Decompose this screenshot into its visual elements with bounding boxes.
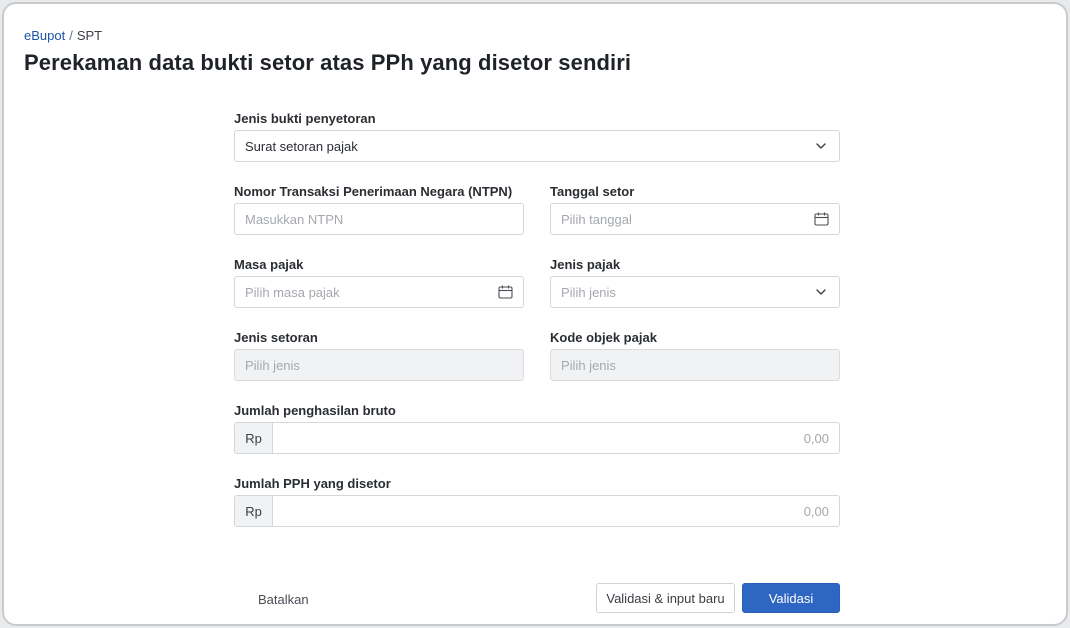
jenis-setoran-label: Jenis setoran bbox=[234, 330, 318, 345]
chevron-down-icon bbox=[813, 138, 829, 154]
chevron-down-icon bbox=[813, 284, 829, 300]
currency-prefix: Rp bbox=[235, 496, 273, 526]
currency-prefix: Rp bbox=[235, 423, 273, 453]
tanggal-setor-datepicker[interactable]: Pilih tanggal bbox=[550, 203, 840, 235]
breadcrumb-separator: / bbox=[69, 28, 73, 43]
app-window: eBupot / SPT Perekaman data bukti setor at… bbox=[2, 2, 1068, 626]
tanggal-setor-placeholder: Pilih tanggal bbox=[561, 211, 632, 227]
jenis-setoran-placeholder: Pilih jenis bbox=[245, 357, 300, 373]
validate-button[interactable]: Validasi bbox=[742, 583, 840, 613]
deposit-proof-form: Jenis bukti penyetoran Surat setoran paj… bbox=[234, 4, 840, 624]
jenis-pajak-placeholder: Pilih jenis bbox=[561, 284, 616, 300]
jenis-pajak-label: Jenis pajak bbox=[550, 257, 621, 272]
pph-disetor-label: Jumlah PPH yang disetor bbox=[234, 476, 391, 491]
breadcrumb: eBupot / SPT bbox=[24, 28, 102, 43]
jenis-bukti-value: Surat setoran pajak bbox=[245, 138, 358, 154]
jenis-bukti-label: Jenis bukti penyetoran bbox=[234, 111, 376, 126]
masa-pajak-datepicker[interactable]: Pilih masa pajak bbox=[234, 276, 524, 308]
penghasilan-bruto-label: Jumlah penghasilan bruto bbox=[234, 403, 396, 418]
pph-disetor-input[interactable]: Rp 0,00 bbox=[234, 495, 840, 527]
masa-pajak-placeholder: Pilih masa pajak bbox=[245, 284, 340, 300]
jenis-setoran-select: Pilih jenis bbox=[234, 349, 524, 381]
tanggal-setor-label: Tanggal setor bbox=[550, 184, 635, 199]
calendar-icon[interactable] bbox=[497, 284, 513, 300]
ntpn-input[interactable]: Masukkan NTPN bbox=[234, 203, 524, 235]
ntpn-placeholder: Masukkan NTPN bbox=[245, 211, 344, 227]
ntpn-label: Nomor Transaksi Penerimaan Negara (NTPN) bbox=[234, 184, 513, 199]
penghasilan-bruto-input[interactable]: Rp 0,00 bbox=[234, 422, 840, 454]
jenis-pajak-select[interactable]: Pilih jenis bbox=[550, 276, 840, 308]
pph-disetor-value: 0,00 bbox=[803, 503, 829, 519]
masa-pajak-label: Masa pajak bbox=[234, 257, 304, 272]
breadcrumb-current: SPT bbox=[76, 28, 103, 43]
kode-objek-select: Pilih jenis bbox=[550, 349, 840, 381]
validate-and-new-button[interactable]: Validasi & input baru bbox=[596, 583, 735, 613]
kode-objek-label: Kode objek pajak bbox=[550, 330, 657, 345]
calendar-icon[interactable] bbox=[813, 211, 829, 227]
penghasilan-bruto-value: 0,00 bbox=[803, 430, 829, 446]
breadcrumb-link-ebupot[interactable]: eBupot bbox=[24, 28, 65, 43]
cancel-button[interactable]: Batalkan bbox=[234, 584, 334, 614]
kode-objek-placeholder: Pilih jenis bbox=[561, 357, 616, 373]
jenis-bukti-select[interactable]: Surat setoran pajak bbox=[234, 130, 840, 162]
